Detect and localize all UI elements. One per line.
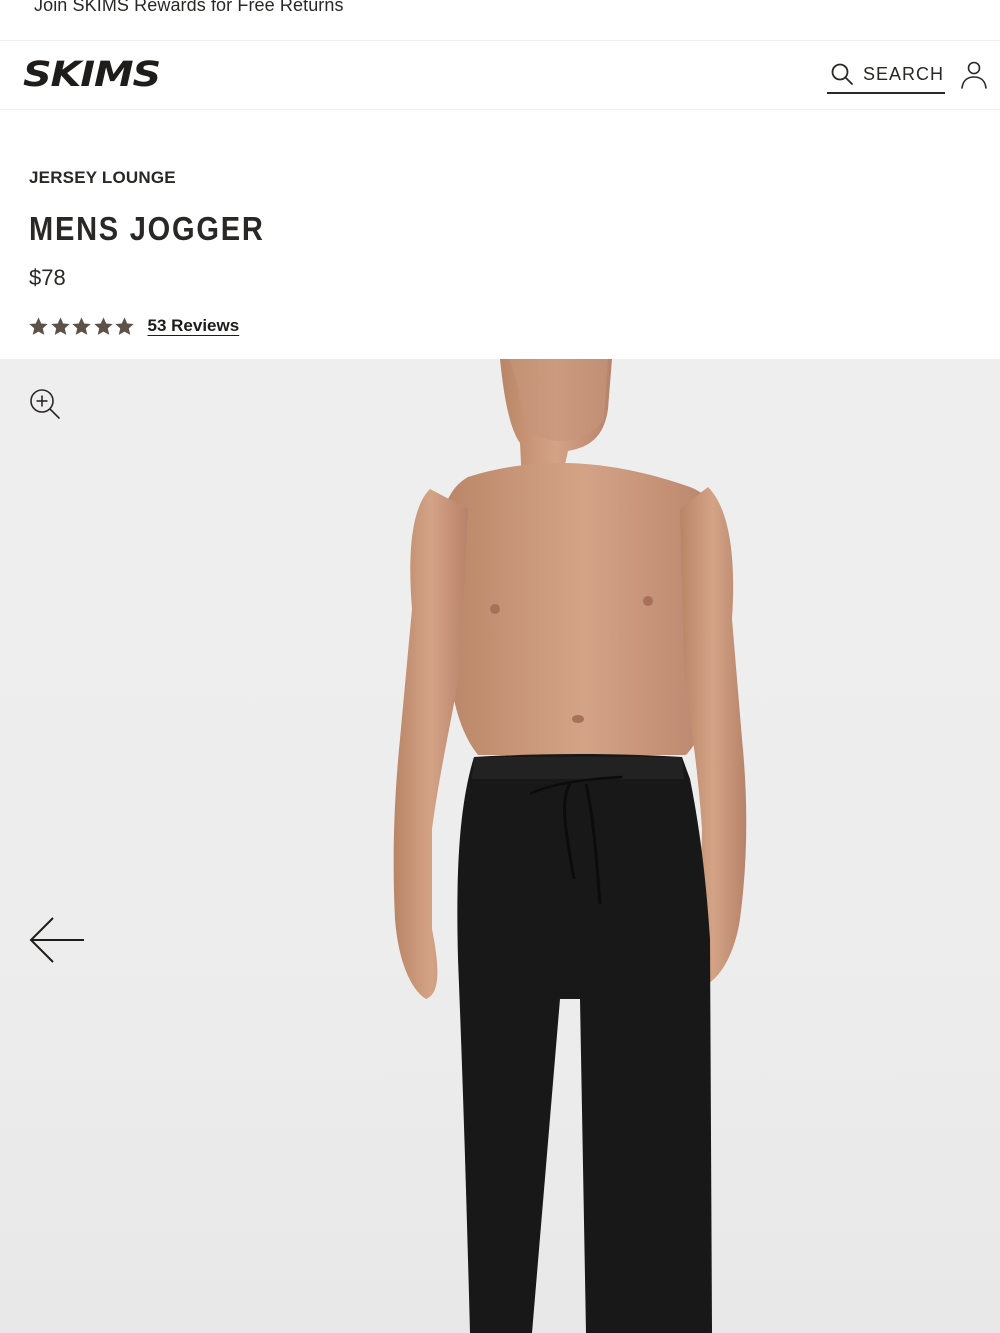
rating-row: 53 Reviews: [28, 313, 239, 339]
zoom-in-icon[interactable]: [28, 387, 62, 421]
search-button[interactable]: SEARCH: [827, 56, 945, 94]
product-image[interactable]: [0, 359, 1000, 1333]
star-icon: [50, 316, 70, 335]
logo-text: SKIMS: [23, 56, 160, 90]
promo-banner[interactable]: Join SKIMS Rewards for Free Returns: [0, 0, 1000, 41]
product-image-gallery[interactable]: [0, 359, 1000, 1333]
reviews-link[interactable]: 53 Reviews: [148, 316, 240, 336]
star-icon: [115, 316, 134, 335]
star-icon: [93, 316, 113, 335]
search-icon: [831, 63, 853, 85]
site-header: SKIMS SEARCH: [0, 41, 1000, 110]
collection-label[interactable]: JERSEY LOUNGE: [29, 168, 176, 188]
product-price: $78: [29, 265, 66, 290]
star-rating: [28, 316, 136, 337]
user-icon[interactable]: [959, 59, 989, 91]
star-icon: [29, 316, 48, 335]
arrow-left-icon[interactable]: [28, 915, 86, 965]
promo-text[interactable]: Join SKIMS Rewards for Free Returns: [34, 0, 344, 16]
product-title: MENS JOGGER: [29, 210, 265, 247]
skims-logo[interactable]: SKIMS: [22, 56, 162, 90]
search-label: SEARCH: [863, 63, 945, 84]
star-icon: [72, 316, 91, 335]
